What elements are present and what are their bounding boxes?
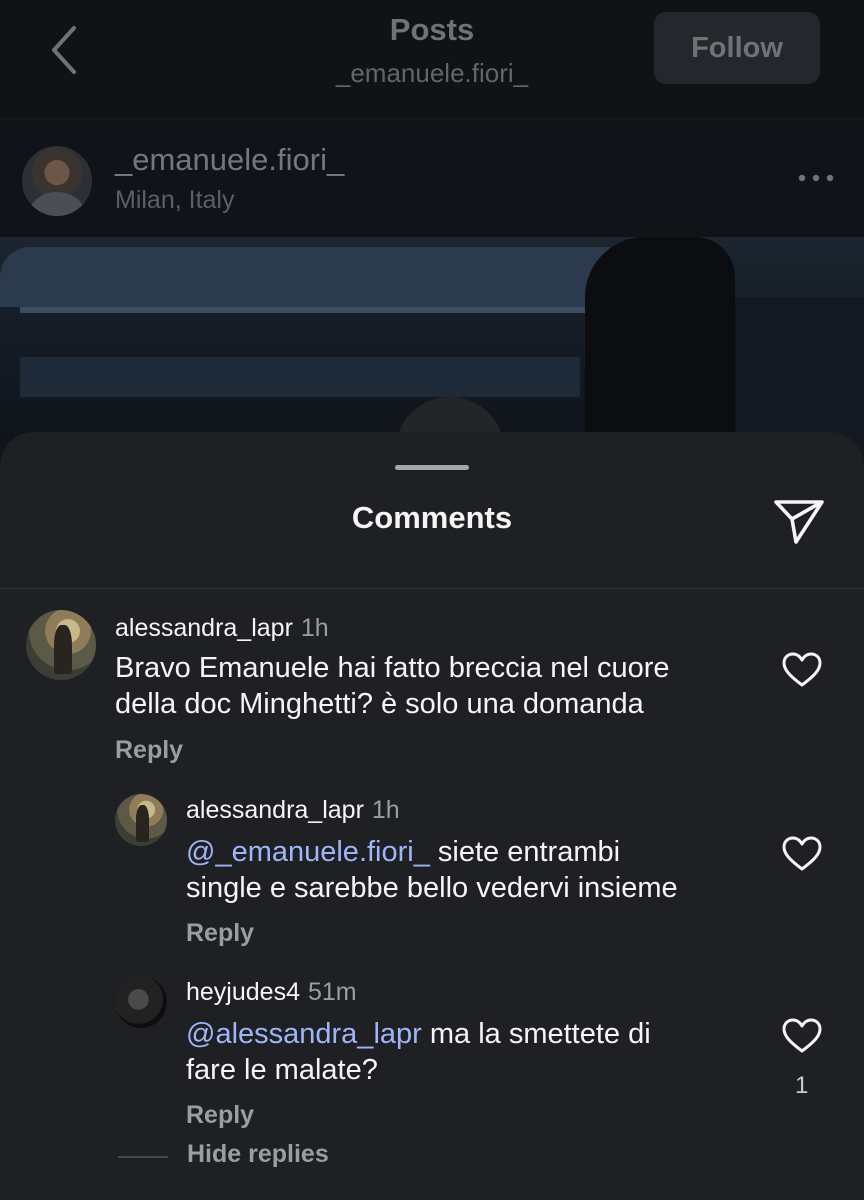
comment-username[interactable]: heyjudes4 51m (186, 978, 357, 1007)
mention-link[interactable]: @_emanuele.fiori_ (186, 836, 430, 868)
comment-username[interactable]: alessandra_lapr 1h (186, 796, 400, 825)
header-divider (0, 118, 864, 120)
comment-text: @_emanuele.fiori_ siete entrambi single … (186, 836, 678, 904)
heart-outline-icon[interactable] (782, 1018, 822, 1054)
heart-outline-icon[interactable] (782, 652, 822, 688)
reply-button[interactable]: Reply (186, 1101, 254, 1130)
comment-username[interactable]: alessandra_lapr 1h (115, 614, 329, 643)
comments-sheet: Comments alessandra_lapr 1h Bravo Emanuel… (0, 432, 864, 1200)
heart-outline-icon[interactable] (782, 836, 822, 872)
comment-time: 1h (371, 796, 400, 824)
comment-text: Bravo Emanuele hai fatto breccia nel cuo… (115, 652, 670, 720)
send-icon[interactable] (772, 494, 826, 548)
like-count: 1 (795, 1072, 809, 1099)
comments-title: Comments (351, 500, 513, 535)
mention-link[interactable]: @alessandra_lapr (186, 1018, 422, 1050)
reply-button[interactable]: Reply (115, 736, 183, 765)
comment-time: 1h (300, 614, 329, 642)
more-horizontal-icon[interactable] (796, 170, 836, 186)
follow-button[interactable]: Follow (654, 12, 820, 84)
hide-replies-line (118, 1156, 168, 1158)
top-header: Posts _emanuele.fiori_ Follow (0, 0, 864, 118)
drag-handle[interactable] (395, 465, 469, 470)
reply-button[interactable]: Reply (186, 919, 254, 948)
hide-replies-button[interactable]: Hide replies (187, 1140, 329, 1169)
author-avatar[interactable] (22, 146, 92, 216)
avatar[interactable] (115, 794, 167, 846)
sheet-divider (0, 588, 864, 589)
post-location[interactable]: Milan, Italy (115, 186, 234, 215)
avatar[interactable] (26, 610, 96, 680)
comment-time: 51m (307, 978, 357, 1006)
comment-text: @alessandra_lapr ma la smettete di fare … (186, 1018, 651, 1086)
post-author-name[interactable]: _emanuele.fiori_ (115, 142, 344, 178)
avatar[interactable] (115, 976, 167, 1028)
